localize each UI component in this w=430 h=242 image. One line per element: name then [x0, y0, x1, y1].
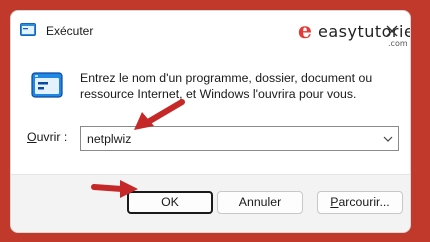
run-dialog: Exécuter e easytutoriel .com Entrez le n… [10, 10, 411, 233]
open-label-text: uvrir : [36, 130, 68, 144]
browse-label: arcourir... [338, 195, 390, 209]
button-bar: OK Annuler Parcourir... [11, 174, 410, 232]
watermark-suffix: .com [388, 39, 408, 48]
close-icon[interactable] [384, 23, 400, 39]
run-icon [20, 23, 36, 36]
watermark-letter: e [298, 18, 312, 44]
cancel-button[interactable]: Annuler [217, 191, 303, 214]
window-title: Exécuter [46, 24, 94, 38]
open-input[interactable]: netplwiz [87, 132, 131, 146]
open-label-access-key: O [27, 130, 37, 144]
dialog-description: Entrez le nom d'un programme, dossier, d… [80, 71, 373, 101]
arrow-annotation-input [134, 99, 185, 130]
arrow-annotation-ok [91, 180, 138, 198]
open-label: Ouvrir : [27, 130, 67, 144]
browse-button[interactable]: Parcourir... [317, 191, 403, 214]
chevron-down-icon[interactable] [382, 133, 394, 145]
title-bar: Exécuter e easytutoriel .com [11, 11, 410, 51]
run-icon [31, 72, 63, 98]
